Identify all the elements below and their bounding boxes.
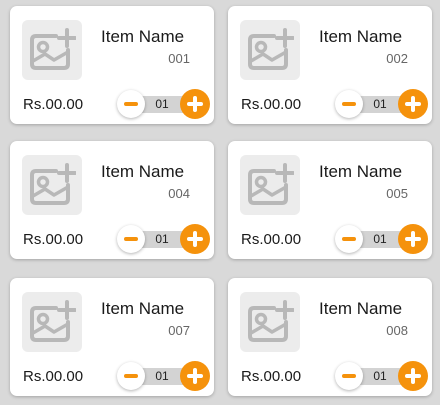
quantity-value: 01 [155,369,169,383]
item-price: Rs.00.00 [23,96,84,113]
item-code: 008 [386,323,408,338]
decrement-button[interactable] [117,225,145,253]
quantity-stepper[interactable]: 01 [332,224,428,254]
item-code: 004 [168,186,190,201]
item-price: Rs.00.00 [241,368,302,385]
quantity-value: 01 [373,232,387,246]
decrement-button[interactable] [335,90,363,118]
item-price: Rs.00.00 [23,368,84,385]
quantity-stepper[interactable]: 01 [332,89,428,119]
item-name: Item Name [319,299,403,318]
item-card[interactable]: Item Name 007 Rs.00.00 01 [10,278,214,396]
decrement-button[interactable] [117,90,145,118]
image-add-icon [248,300,294,342]
quantity-stepper[interactable]: 01 [114,89,210,119]
item-thumbnail [240,155,300,215]
item-thumbnail [22,20,82,80]
decrement-button[interactable] [117,362,145,390]
item-code: 001 [168,51,190,66]
item-price: Rs.00.00 [23,231,84,248]
decrement-button[interactable] [335,362,363,390]
increment-button[interactable] [398,361,428,391]
item-card[interactable]: Item Name 002 Rs.00.00 01 [228,6,432,124]
item-grid: Item Name 001 Rs.00.00 01 Item Name 002 … [0,0,440,405]
item-code: 007 [168,323,190,338]
increment-button[interactable] [180,89,210,119]
decrement-button[interactable] [335,225,363,253]
item-card[interactable]: Item Name 008 Rs.00.00 01 [228,278,432,396]
item-code: 005 [386,186,408,201]
quantity-value: 01 [155,232,169,246]
increment-button[interactable] [180,361,210,391]
quantity-value: 01 [373,97,387,111]
quantity-stepper[interactable]: 01 [114,361,210,391]
image-add-icon [30,300,76,342]
item-name: Item Name [101,27,185,46]
item-card[interactable]: Item Name 001 Rs.00.00 01 [10,6,214,124]
image-add-icon [248,163,294,205]
increment-button[interactable] [180,224,210,254]
quantity-value: 01 [373,369,387,383]
quantity-stepper[interactable]: 01 [332,361,428,391]
item-price: Rs.00.00 [241,231,302,248]
image-add-icon [30,28,76,70]
item-code: 002 [386,51,408,66]
image-add-icon [30,163,76,205]
quantity-value: 01 [155,97,169,111]
item-name: Item Name [319,162,403,181]
item-thumbnail [22,292,82,352]
increment-button[interactable] [398,224,428,254]
item-name: Item Name [101,299,185,318]
item-thumbnail [240,292,300,352]
item-thumbnail [240,20,300,80]
item-price: Rs.00.00 [241,96,302,113]
quantity-stepper[interactable]: 01 [114,224,210,254]
item-card[interactable]: Item Name 005 Rs.00.00 01 [228,141,432,259]
increment-button[interactable] [398,89,428,119]
item-name: Item Name [101,162,185,181]
item-thumbnail [22,155,82,215]
item-card[interactable]: Item Name 004 Rs.00.00 01 [10,141,214,259]
image-add-icon [248,28,294,70]
item-name: Item Name [319,27,403,46]
